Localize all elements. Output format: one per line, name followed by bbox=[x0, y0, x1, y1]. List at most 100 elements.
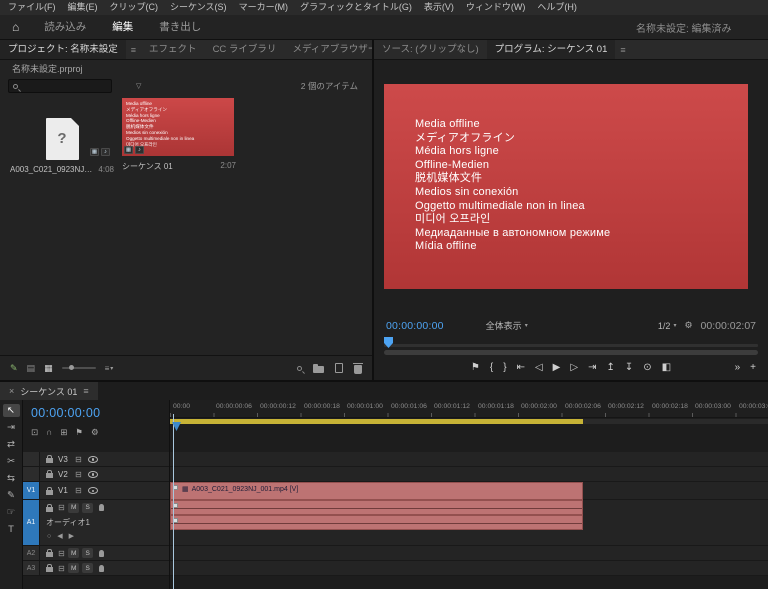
insert-overwrite-icon[interactable]: ⊡ bbox=[31, 427, 38, 438]
project-item-sequence[interactable]: Media offline メディアオフライン Média hors ligne… bbox=[122, 98, 236, 172]
export-frame-button[interactable]: ⊙ bbox=[643, 363, 651, 373]
source-patch-a1[interactable]: A1 bbox=[23, 500, 40, 545]
sync-lock-icon[interactable]: ⊟ bbox=[75, 470, 82, 479]
panel-menu-icon[interactable]: ≡ bbox=[126, 45, 141, 55]
track-name[interactable]: V2 bbox=[58, 470, 73, 479]
voiceover-mic-icon[interactable] bbox=[98, 504, 104, 511]
menu-item-marker[interactable]: マーカー(M) bbox=[233, 0, 295, 15]
tab-import[interactable]: 読み込み bbox=[31, 15, 99, 40]
new-item-button[interactable] bbox=[335, 363, 343, 373]
type-tool[interactable]: T bbox=[3, 523, 20, 536]
tab-media-browser[interactable]: メディアブラウザー bbox=[284, 40, 372, 59]
item-name[interactable]: シーケンス 01 bbox=[122, 161, 214, 172]
track-name[interactable]: V3 bbox=[58, 455, 73, 464]
voiceover-mic-icon[interactable] bbox=[98, 564, 104, 572]
sync-lock-icon[interactable]: ⊟ bbox=[58, 564, 65, 573]
filter-bin-icon[interactable]: ▽ bbox=[136, 82, 141, 90]
track-lock-icon[interactable] bbox=[46, 564, 53, 572]
compare-view-button[interactable]: ◧ bbox=[662, 363, 671, 373]
solo-button[interactable]: S bbox=[82, 502, 94, 513]
lift-button[interactable]: ↥ bbox=[606, 363, 614, 373]
add-marker-icon[interactable]: ⚑ bbox=[75, 427, 83, 438]
monitor-settings-icon[interactable]: ⚙ bbox=[684, 320, 692, 331]
sync-lock-icon[interactable]: ⊟ bbox=[75, 486, 82, 495]
search-input[interactable] bbox=[21, 81, 107, 91]
source-patch-a2[interactable]: A2 bbox=[23, 546, 40, 560]
delete-button[interactable] bbox=[353, 362, 363, 374]
current-timecode[interactable]: 00:00:00:00 bbox=[386, 320, 444, 332]
tab-source-monitor[interactable]: ソース: (クリップなし) bbox=[374, 40, 487, 59]
slip-tool[interactable]: ⇆ bbox=[3, 472, 20, 485]
tab-export[interactable]: 書き出し bbox=[146, 15, 214, 40]
monitor-scrubber[interactable] bbox=[384, 337, 758, 349]
zoom-level-dropdown[interactable]: 全体表示 ▾ bbox=[486, 319, 528, 332]
ripple-edit-tool[interactable]: ⇄ bbox=[3, 438, 20, 451]
track-name[interactable]: V1 bbox=[58, 486, 73, 495]
new-bin-button[interactable] bbox=[313, 363, 324, 373]
menu-item-edit[interactable]: 編集(E) bbox=[62, 0, 104, 15]
work-area-bar[interactable] bbox=[170, 419, 583, 424]
mark-out-button[interactable]: } bbox=[503, 363, 506, 373]
add-keyframe-icon[interactable]: ○ bbox=[47, 533, 51, 540]
menu-item-view[interactable]: 表示(V) bbox=[418, 0, 460, 15]
snap-icon[interactable]: ∩ bbox=[46, 427, 52, 437]
video-clip[interactable]: ▦ A003_C021_0923NJ_001.mp4 [V] bbox=[170, 482, 583, 500]
add-marker-button[interactable]: ⚑ bbox=[471, 363, 480, 373]
mark-in-button[interactable]: { bbox=[490, 363, 493, 373]
tab-cc-libraries[interactable]: CC ライブラリ bbox=[205, 40, 285, 59]
menu-item-file[interactable]: ファイル(F) bbox=[2, 0, 62, 15]
prev-keyframe-icon[interactable]: ◀ bbox=[57, 532, 62, 540]
audio-clip-ch1[interactable] bbox=[170, 500, 583, 515]
track-lock-icon[interactable] bbox=[46, 503, 53, 512]
tab-sequence-01[interactable]: × シーケンス 01 ≡ bbox=[0, 382, 98, 400]
step-back-button[interactable]: ◁ bbox=[535, 363, 543, 373]
sync-lock-icon[interactable]: ⊟ bbox=[58, 549, 65, 558]
source-patch[interactable] bbox=[23, 467, 40, 481]
zoom-slider[interactable] bbox=[61, 365, 96, 370]
step-forward-button[interactable]: ▷ bbox=[570, 363, 578, 373]
timeline-playhead[interactable] bbox=[172, 414, 181, 589]
breadcrumb[interactable]: 名称未設定.prproj bbox=[0, 60, 372, 76]
menu-item-clip[interactable]: クリップ(C) bbox=[104, 0, 165, 15]
tab-project[interactable]: プロジェクト: 名称未設定 bbox=[0, 40, 126, 59]
menu-item-window[interactable]: ウィンドウ(W) bbox=[460, 0, 532, 15]
item-name[interactable]: A003_C021_0923NJ_001.mp4 bbox=[10, 165, 92, 174]
playback-resolution-dropdown[interactable]: 1/2 ▾ bbox=[658, 321, 677, 331]
sequence-thumbnail[interactable]: Media offline メディアオフライン Média hors ligne… bbox=[122, 98, 234, 156]
audio-clip-ch2[interactable] bbox=[170, 515, 583, 530]
tab-edit[interactable]: 編集 bbox=[99, 15, 146, 40]
timeline-playhead-timecode[interactable]: 00:00:00:00 bbox=[23, 400, 169, 424]
selection-tool[interactable]: ↖ bbox=[2, 404, 20, 417]
menu-item-graphics[interactable]: グラフィックとタイトル(G) bbox=[294, 0, 418, 15]
monitor-zoom-scrollbar[interactable] bbox=[384, 349, 758, 356]
razor-tool[interactable]: ✂ bbox=[3, 455, 20, 468]
linked-selection-icon[interactable]: ⊞ bbox=[60, 427, 67, 438]
more-buttons-icon[interactable]: » bbox=[735, 363, 741, 373]
tab-effects[interactable]: エフェクト bbox=[141, 40, 205, 59]
play-button[interactable]: ▶ bbox=[553, 363, 561, 373]
next-keyframe-icon[interactable]: ▶ bbox=[69, 532, 74, 540]
solo-button[interactable]: S bbox=[82, 563, 94, 573]
track-output-icon[interactable] bbox=[87, 455, 98, 463]
timeline-settings-icon[interactable]: ⚙ bbox=[91, 427, 99, 438]
playhead-caret[interactable] bbox=[172, 422, 181, 431]
close-icon[interactable]: × bbox=[9, 386, 14, 396]
track-lock-icon[interactable] bbox=[46, 549, 53, 557]
mute-button[interactable]: M bbox=[68, 502, 80, 513]
track-select-forward-tool[interactable]: ⇥ bbox=[3, 421, 20, 434]
source-patch[interactable] bbox=[23, 452, 40, 466]
menu-item-help[interactable]: ヘルプ(H) bbox=[531, 0, 583, 15]
go-to-in-button[interactable]: ⇤ bbox=[517, 363, 525, 373]
time-ruler[interactable]: 00:00 00:00:00:06 00:00:00:12 00:00:00:1… bbox=[170, 400, 768, 418]
project-item-clip[interactable]: ? ▦ ♪ A003_C021_0923NJ_001.mp4 4:08 bbox=[10, 102, 114, 174]
search-box[interactable] bbox=[8, 79, 112, 93]
track-lock-icon[interactable] bbox=[46, 486, 53, 495]
icon-view-button[interactable]: ▦ bbox=[44, 363, 53, 374]
home-icon[interactable]: ⌂ bbox=[0, 20, 31, 34]
audio-track-name[interactable]: オーディオ1 bbox=[43, 515, 169, 529]
sync-lock-icon[interactable]: ⊟ bbox=[75, 455, 82, 464]
hand-tool[interactable]: ☞ bbox=[3, 506, 20, 519]
sort-button[interactable]: ≡ ▾ bbox=[105, 364, 114, 373]
solo-button[interactable]: S bbox=[82, 548, 94, 558]
tab-program-monitor[interactable]: プログラム: シーケンス 01 bbox=[486, 40, 616, 59]
